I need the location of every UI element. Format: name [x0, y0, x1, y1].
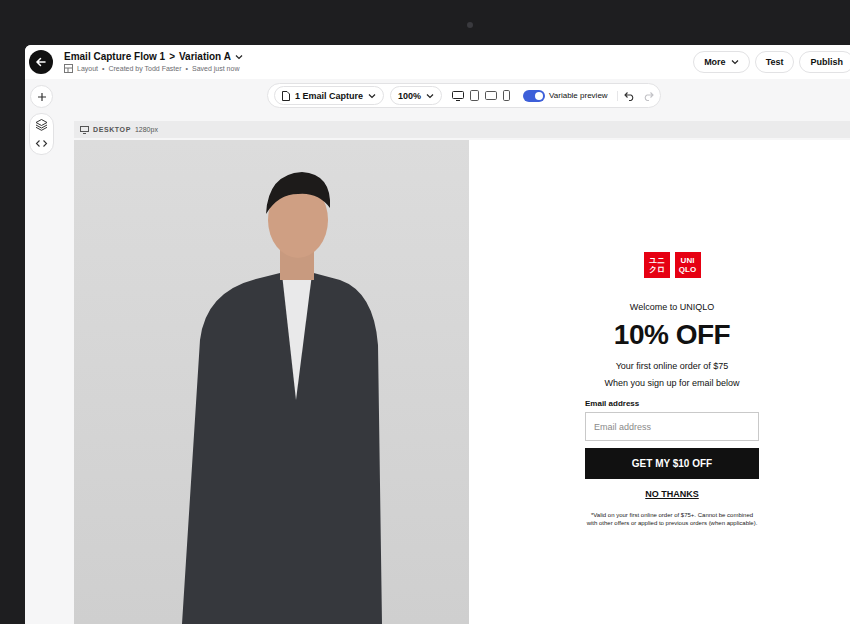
model-photo	[74, 140, 469, 624]
plus-icon	[37, 92, 47, 102]
zoom-select[interactable]: 100%	[390, 86, 442, 105]
variable-preview-toggle[interactable]: Variable preview	[520, 90, 611, 102]
welcome-text: Welcome to UNIQLO	[630, 302, 714, 313]
button-label: Test	[766, 57, 784, 67]
meta-item: Created by Todd Faster	[108, 65, 181, 72]
device-name: DESKTOP	[93, 126, 131, 133]
chevron-down-icon	[731, 59, 739, 65]
toggle-label: Variable preview	[549, 91, 608, 100]
disclaimer: *Valid on your first online order of $75…	[586, 512, 758, 527]
history-buttons	[617, 91, 654, 101]
redo-icon[interactable]	[643, 91, 654, 101]
logo-block: UNIQLO	[675, 252, 701, 278]
arrow-left-icon	[35, 56, 47, 68]
no-thanks-link[interactable]: NO THANKS	[645, 489, 699, 500]
design-canvas: ユニクロUNIQLOWelcome to UNIQLO10% OFFYour f…	[74, 140, 850, 624]
button-label: Publish	[810, 57, 843, 67]
tablet-device-icon[interactable]	[470, 90, 479, 101]
header-buttons: More Test Publish	[693, 51, 850, 73]
submit-button[interactable]: GET MY $10 OFF	[585, 448, 759, 479]
logo-text: UNI	[681, 256, 695, 265]
page-select-label: 1 Email Capture	[295, 91, 363, 101]
desktop-device-icon[interactable]	[452, 91, 464, 101]
meta-item: Saved just now	[192, 65, 239, 72]
top-bar: Email Capture Flow 1 > Variation A Layout • C…	[25, 45, 850, 79]
canvas-label: DESKTOP 1280px	[74, 121, 850, 138]
logo-text: ユニ	[649, 256, 665, 265]
logo-block: ユニクロ	[644, 252, 670, 278]
breadcrumb: Email Capture Flow 1 > Variation A	[64, 51, 243, 62]
zoom-label: 100%	[398, 91, 421, 101]
tool-panel	[29, 113, 54, 155]
meta-separator: •	[102, 65, 104, 72]
publish-button[interactable]: Publish	[799, 51, 850, 73]
email-label: Email address	[585, 398, 639, 409]
toggle-track[interactable]	[523, 90, 545, 102]
left-rail	[29, 79, 54, 624]
more-button[interactable]: More	[693, 51, 750, 73]
back-button[interactable]	[29, 50, 53, 74]
submit-label: GET MY $10 OFF	[632, 458, 712, 469]
device-width: 1280px	[135, 126, 158, 133]
add-button[interactable]	[30, 85, 53, 108]
laptop-frame: Email Capture Flow 1 > Variation A Layout • C…	[0, 0, 850, 624]
page-select[interactable]: 1 Email Capture	[274, 86, 384, 105]
test-button[interactable]: Test	[755, 51, 795, 73]
button-label: More	[704, 57, 726, 67]
offer-line: Your first online order of $75	[616, 361, 729, 372]
page-icon	[282, 91, 290, 101]
breadcrumb-separator: >	[169, 51, 175, 62]
mobile-device-icon[interactable]	[503, 90, 510, 101]
undo-icon[interactable]	[624, 91, 635, 101]
chevron-down-icon	[368, 93, 376, 99]
email-input[interactable]	[585, 412, 759, 441]
layers-icon[interactable]	[35, 118, 48, 131]
app-screen: Email Capture Flow 1 > Variation A Layout • C…	[25, 45, 850, 624]
meta-item: Layout	[77, 65, 98, 72]
uniqlo-logo: ユニクロUNIQLO	[644, 252, 701, 278]
toolbar: 1 Email Capture 100% Variable preview	[267, 83, 661, 108]
editor-main: 1 Email Capture 100% Variable preview DESKT…	[54, 79, 850, 624]
monitor-icon	[80, 126, 89, 134]
offer-headline: 10% OFF	[614, 319, 730, 351]
toggle-knob	[535, 92, 543, 100]
email-capture-form: ユニクロUNIQLOWelcome to UNIQLO10% OFFYour f…	[585, 252, 759, 527]
offer-line: When you sign up for email below	[604, 378, 739, 389]
popup-panel: ユニクロUNIQLOWelcome to UNIQLO10% OFFYour f…	[469, 140, 850, 624]
person-silhouette-icon	[142, 140, 402, 624]
meta-row: Layout • Created by Todd Faster • Saved just…	[64, 64, 243, 73]
layout-icon	[64, 64, 73, 73]
camera-dot	[467, 22, 473, 28]
landscape-device-icon[interactable]	[485, 91, 497, 100]
variation-select[interactable]: Variation A	[179, 51, 231, 62]
title-block: Email Capture Flow 1 > Variation A Layout • C…	[64, 51, 243, 73]
chevron-down-icon	[235, 54, 243, 60]
logo-text: QLO	[679, 265, 696, 274]
device-switcher	[448, 90, 514, 101]
workspace: 1 Email Capture 100% Variable preview DESKT…	[25, 79, 850, 624]
flow-title[interactable]: Email Capture Flow 1	[64, 51, 165, 62]
chevron-down-icon	[426, 93, 434, 99]
code-icon[interactable]	[35, 137, 48, 150]
canvas-area: DESKTOP1280pxユニクロUNIQLOWelcome to UNIQLO…	[74, 121, 850, 624]
meta-separator: •	[186, 65, 188, 72]
logo-text: クロ	[649, 265, 665, 274]
